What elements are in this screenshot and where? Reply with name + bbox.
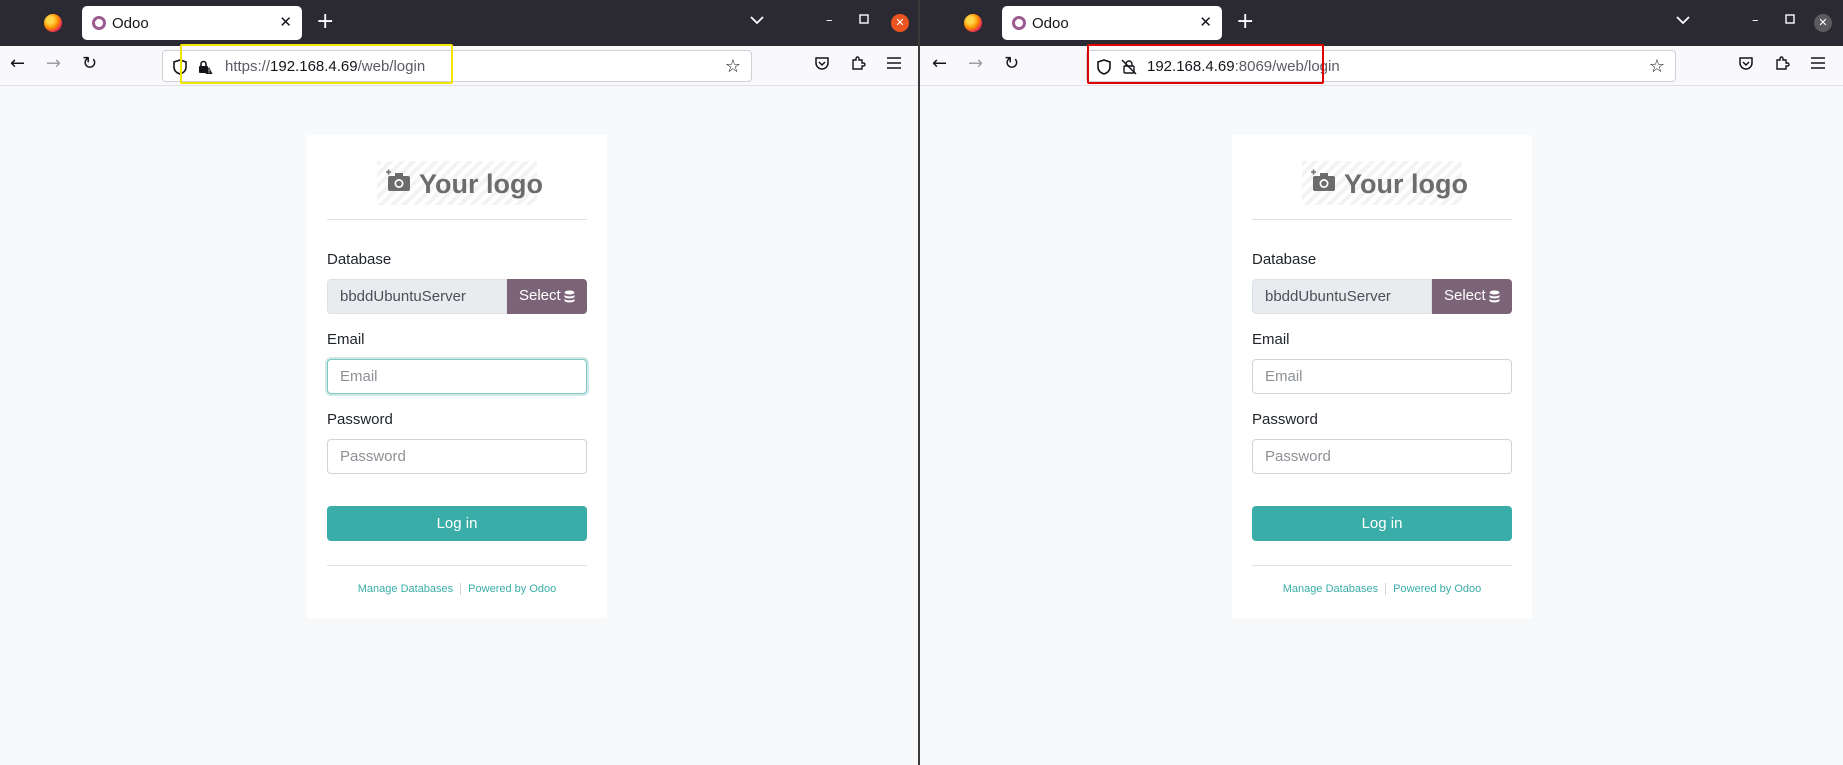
back-icon[interactable]: ←: [932, 54, 947, 74]
database-field: bbddUbuntuServer: [1252, 279, 1432, 314]
login-card: Your logo Database bbddUbuntuServer Sele…: [307, 135, 607, 618]
login-card: Your logo Database bbddUbuntuServer Sele…: [1232, 135, 1532, 618]
reload-icon[interactable]: ↻: [82, 54, 97, 74]
tab-title: Odoo: [1032, 15, 1069, 32]
database-icon: [564, 290, 575, 303]
bookmark-star-icon[interactable]: ☆: [1649, 56, 1665, 77]
divider: [327, 219, 587, 220]
database-field: bbddUbuntuServer: [327, 279, 507, 314]
company-logo: Your logo: [377, 161, 543, 205]
manage-databases-link[interactable]: Manage Databases: [358, 583, 453, 595]
email-label: Email: [1252, 331, 1290, 348]
database-icon: [1489, 290, 1500, 303]
lock-insecure-icon[interactable]: [1121, 59, 1137, 79]
tab-list-icon[interactable]: [1676, 14, 1690, 28]
close-window-icon[interactable]: ✕: [891, 14, 909, 32]
firefox-icon[interactable]: [964, 14, 982, 32]
close-tab-icon[interactable]: ✕: [279, 13, 292, 31]
password-input[interactable]: [327, 439, 587, 474]
url-bar[interactable]: https://192.168.4.69/web/login ☆: [162, 50, 752, 82]
divider: [1252, 219, 1512, 220]
logo-text: Your logo: [1344, 169, 1468, 199]
tab-odoo[interactable]: Odoo ✕: [82, 6, 302, 40]
tab-odoo[interactable]: Odoo ✕: [1002, 6, 1222, 40]
close-tab-icon[interactable]: ✕: [1199, 13, 1212, 31]
email-input[interactable]: [327, 359, 587, 394]
powered-by-odoo-link[interactable]: Powered by Odoo: [468, 583, 556, 595]
database-label: Database: [1252, 251, 1317, 268]
database-label: Database: [327, 251, 392, 268]
password-input[interactable]: [1252, 439, 1512, 474]
bookmark-star-icon[interactable]: ☆: [725, 56, 741, 77]
url-bar[interactable]: 192.168.4.69:8069/web/login ☆: [1086, 50, 1676, 82]
new-tab-icon[interactable]: +: [316, 10, 334, 34]
shield-icon[interactable]: [1097, 59, 1111, 79]
odoo-favicon: [92, 16, 106, 30]
shield-icon[interactable]: [173, 59, 187, 79]
email-input[interactable]: [1252, 359, 1512, 394]
email-label: Email: [327, 331, 365, 348]
tab-list-icon[interactable]: [750, 14, 764, 28]
tab-strip: Odoo ✕ + – ✕: [920, 0, 1843, 46]
password-label: Password: [1252, 411, 1318, 428]
browser-window-right: Odoo ✕ + – ✕ ← → ↻ 192.168.4.69:8069/web…: [920, 0, 1843, 765]
menu-icon[interactable]: [1810, 55, 1826, 74]
new-tab-icon[interactable]: +: [1236, 10, 1254, 34]
login-button[interactable]: Log in: [327, 506, 587, 541]
url-text: https://192.168.4.69/web/login: [225, 58, 426, 75]
tab-strip: Odoo ✕ + – ✕: [0, 0, 919, 46]
select-database-button[interactable]: Select: [507, 279, 587, 314]
extensions-icon[interactable]: [850, 55, 866, 75]
pocket-icon[interactable]: [814, 55, 830, 75]
forward-icon[interactable]: →: [46, 54, 61, 74]
login-button[interactable]: Log in: [1252, 506, 1512, 541]
reload-icon[interactable]: ↻: [1004, 54, 1019, 74]
minimize-icon[interactable]: –: [826, 13, 833, 28]
nav-toolbar: ← → ↻ https://192.168.4.69/web/login ☆: [0, 46, 919, 86]
odoo-favicon: [1012, 16, 1026, 30]
pocket-icon[interactable]: [1738, 55, 1754, 75]
company-logo: Your logo: [1302, 161, 1468, 205]
lock-warning-icon[interactable]: [197, 59, 213, 79]
url-text: 192.168.4.69:8069/web/login: [1147, 58, 1340, 75]
manage-databases-link[interactable]: Manage Databases: [1283, 583, 1378, 595]
password-label: Password: [327, 411, 393, 428]
select-button-label: Select: [519, 287, 561, 304]
camera-icon: [385, 169, 411, 197]
back-icon[interactable]: ←: [10, 54, 25, 74]
powered-by-odoo-link[interactable]: Powered by Odoo: [1393, 583, 1481, 595]
select-database-button[interactable]: Select: [1432, 279, 1512, 314]
tab-title: Odoo: [112, 15, 149, 32]
footer-links: Manage Databases Powered by Odoo: [307, 583, 607, 596]
menu-icon[interactable]: [886, 55, 902, 74]
extensions-icon[interactable]: [1774, 55, 1790, 75]
footer-links: Manage Databases Powered by Odoo: [1232, 583, 1532, 596]
forward-icon[interactable]: →: [968, 54, 983, 74]
select-button-label: Select: [1444, 287, 1486, 304]
divider: [327, 565, 587, 566]
nav-toolbar: ← → ↻ 192.168.4.69:8069/web/login ☆: [920, 46, 1843, 86]
browser-window-left: Odoo ✕ + – ✕ ← → ↻ https://192.168.4.69/…: [0, 0, 919, 765]
minimize-icon[interactable]: –: [1752, 13, 1759, 28]
maximize-icon[interactable]: [1785, 13, 1795, 28]
camera-icon: [1310, 169, 1336, 197]
divider: [1252, 565, 1512, 566]
maximize-icon[interactable]: [859, 13, 869, 28]
firefox-icon[interactable]: [44, 14, 62, 32]
close-window-icon[interactable]: ✕: [1814, 14, 1832, 32]
logo-text: Your logo: [419, 169, 543, 199]
